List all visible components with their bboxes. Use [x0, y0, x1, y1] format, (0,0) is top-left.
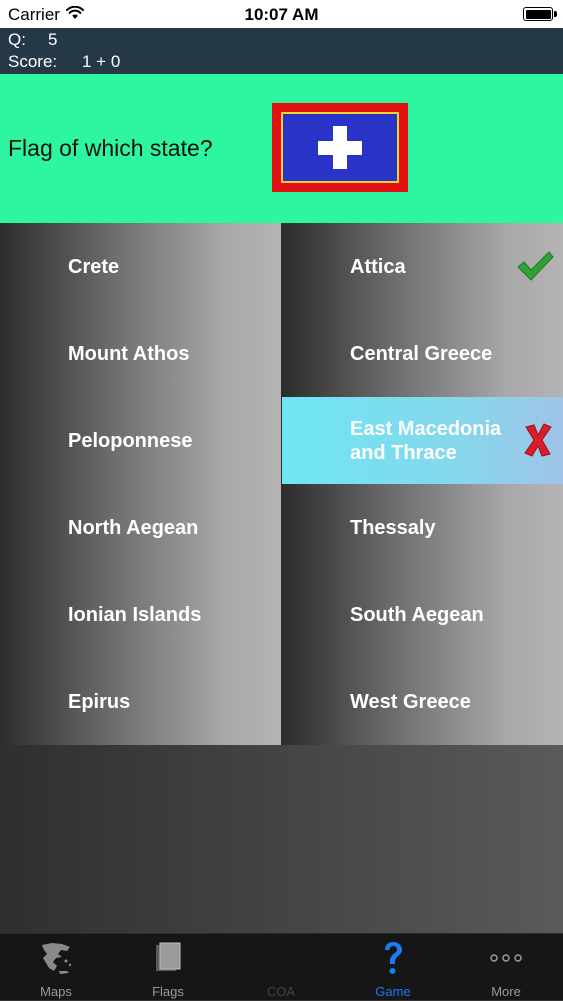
- answer-column-right: Attica Central Greece East Macedonia and…: [282, 223, 563, 745]
- answer-attica[interactable]: Attica: [282, 223, 563, 310]
- tab-label: Game: [375, 984, 411, 999]
- answer-ionian-islands[interactable]: Ionian Islands: [0, 571, 281, 658]
- tab-coa[interactable]: COA: [225, 934, 337, 1001]
- status-bar: Carrier 10:07 AM: [0, 0, 563, 28]
- tab-more[interactable]: More: [450, 934, 562, 1001]
- answer-peloponnese[interactable]: Peloponnese: [0, 397, 281, 484]
- status-time: 10:07 AM: [244, 5, 319, 24]
- answer-label: Epirus: [68, 690, 131, 713]
- answer-label: Central Greece: [350, 342, 493, 365]
- tab-flags[interactable]: Flags: [112, 934, 224, 1001]
- tab-label: Flags: [152, 984, 184, 999]
- answer-thessaly[interactable]: Thessaly: [282, 484, 563, 571]
- tab-game[interactable]: Game: [337, 934, 449, 1001]
- question-text: Flag of which state?: [8, 135, 213, 161]
- tab-label: Maps: [40, 984, 72, 999]
- answer-column-left: Crete Mount Athos Peloponnese North Aege…: [0, 223, 281, 745]
- question-mark-icon: [337, 940, 449, 976]
- question-counter: Q: 5: [8, 30, 57, 50]
- empty-area: [0, 745, 563, 933]
- question-counter-label: Q:: [8, 30, 26, 49]
- answer-label: Peloponnese: [68, 429, 193, 452]
- answer-label: Ionian Islands: [68, 603, 202, 626]
- answer-east-macedonia-thrace[interactable]: East Macedonia and Thrace: [282, 397, 563, 484]
- answer-label: Crete: [68, 255, 120, 278]
- answer-crete[interactable]: Crete: [0, 223, 281, 310]
- tab-label: More: [491, 984, 521, 999]
- answer-label: Mount Athos: [68, 342, 190, 365]
- question-counter-value: 5: [48, 30, 58, 49]
- flag-cross-horizontal: [318, 141, 362, 155]
- answer-label: North Aegean: [68, 516, 199, 539]
- answer-label: East Macedonia and Thrace: [350, 417, 502, 464]
- answer-central-greece[interactable]: Central Greece: [282, 310, 563, 397]
- greece-map-icon: [0, 940, 112, 976]
- flag-image: [272, 103, 408, 192]
- x-icon: [523, 423, 553, 462]
- answer-label: Thessaly: [350, 516, 436, 539]
- answer-mount-athos[interactable]: Mount Athos: [0, 310, 281, 397]
- answer-north-aegean[interactable]: North Aegean: [0, 484, 281, 571]
- answer-south-aegean[interactable]: South Aegean: [282, 571, 563, 658]
- answer-west-greece[interactable]: West Greece: [282, 658, 563, 745]
- answer-epirus[interactable]: Epirus: [0, 658, 281, 745]
- tab-label: COA: [266, 984, 296, 999]
- score-display: Score: 1 + 0: [8, 52, 120, 72]
- more-dots-icon: [450, 940, 562, 976]
- answer-label: Attica: [350, 255, 406, 278]
- question-panel: Flag of which state?: [0, 74, 563, 223]
- score-value: 1 + 0: [82, 52, 121, 71]
- tab-bar: Maps Flags COA Game More: [0, 933, 563, 1000]
- coa-icon: [225, 940, 337, 976]
- answer-label: West Greece: [350, 690, 471, 713]
- tab-maps[interactable]: Maps: [0, 934, 112, 1001]
- answer-label: South Aegean: [350, 603, 484, 626]
- flag-field: [281, 112, 399, 183]
- score-label: Score:: [8, 52, 58, 71]
- battery-icon: [523, 7, 557, 21]
- answer-grid: Crete Mount Athos Peloponnese North Aege…: [0, 223, 563, 745]
- score-header: Q: 5 Score: 1 + 0: [0, 28, 563, 74]
- check-icon: [515, 249, 555, 288]
- flags-icon: [112, 940, 224, 976]
